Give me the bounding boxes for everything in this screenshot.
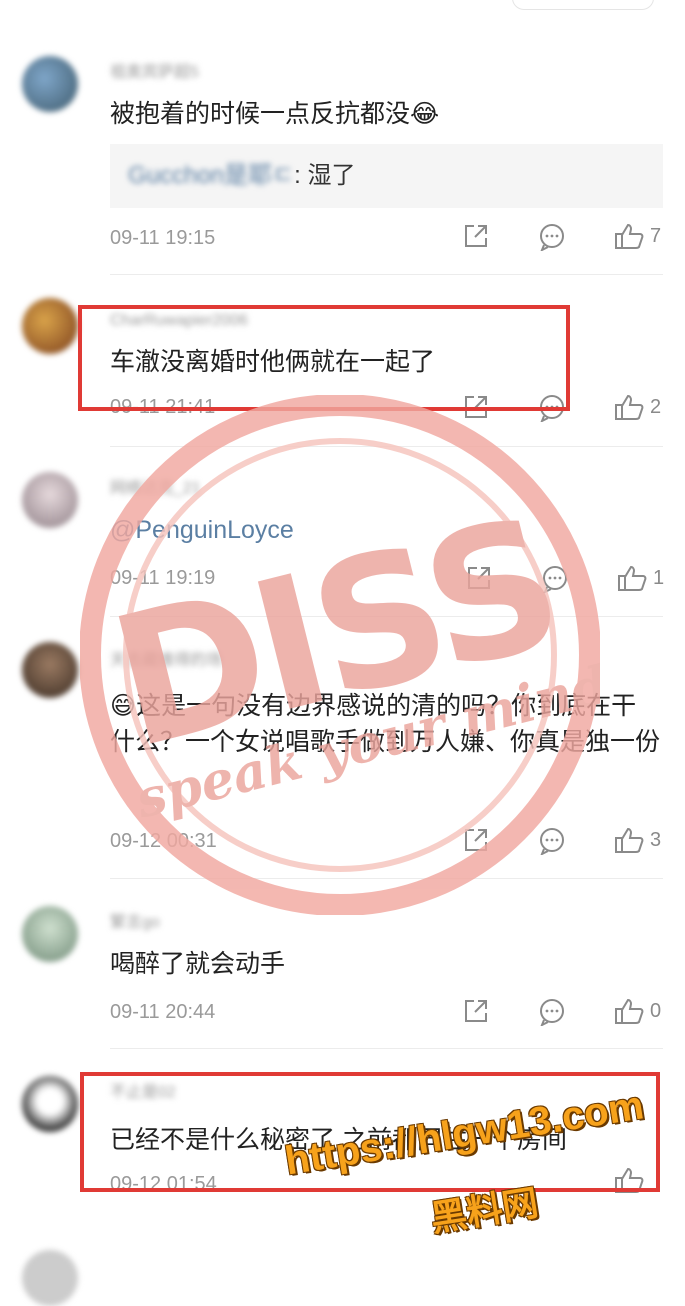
comment-text: 被抱着的时候一点反抗都没😂 [110,96,670,132]
like-count: 1 [653,567,665,589]
like-count: 7 [650,225,662,247]
comment-icon[interactable] [538,394,566,422]
comment-text: 车澈没离婚时他俩就在一起了 [110,348,436,376]
comment-timestamp: 09-11 19:19 [110,567,216,589]
divider [110,878,663,879]
avatar[interactable] [22,642,78,698]
comment-username[interactable]: CharRuwapier2006 [110,312,248,330]
comment-timestamp: 09-11 21:41 [110,396,216,418]
comment-timestamp: 09-11 19:15 [110,227,216,249]
laugh-cry-emoji-icon: 😂 [410,100,440,128]
comment-timestamp: 09-12 00:31 [110,830,217,852]
divider [110,446,663,447]
comment-icon[interactable] [538,827,566,855]
like-icon[interactable] [614,997,644,1025]
divider [110,274,663,275]
comment-text: 已经不是什么秘密了,之前都同住一个房间 [110,1126,567,1154]
share-icon[interactable] [463,394,489,422]
share-icon[interactable] [463,998,489,1026]
sweat-smile-emoji-icon: 😅 [110,692,137,720]
comment-username[interactable]: 网络达克_21 [110,480,201,498]
comment-username[interactable]: 祖奥宾萨超5 [110,64,199,82]
like-count: 3 [650,829,662,851]
divider [110,616,663,617]
like-icon[interactable] [614,393,644,421]
like-icon[interactable] [614,826,644,854]
share-icon[interactable] [463,223,489,251]
avatar[interactable] [22,1250,78,1306]
like-icon[interactable] [617,564,647,592]
avatar[interactable] [22,56,78,112]
comment-text-body: 被抱着的时候一点反抗都没 [110,100,411,128]
reply-text: : 湿了 [294,162,356,189]
comment-icon[interactable] [541,565,569,593]
reply-username[interactable]: Gucchon是耶ㄷ [128,162,294,189]
avatar[interactable] [22,298,78,354]
avatar[interactable] [22,906,78,962]
comment-timestamp: 09-11 20:44 [110,1001,216,1023]
avatar[interactable] [22,1076,78,1132]
comment-username[interactable]: 天去藏维得的场 [110,652,222,670]
reply-preview[interactable]: Gucchon是耶ㄷ: 湿了 [110,144,663,208]
comment-icon[interactable] [538,998,566,1026]
like-count: 2 [650,396,662,418]
avatar[interactable] [22,472,78,528]
comment-username[interactable]: 繁言go [110,914,160,932]
comment-text: 😅这是一句没有边界感说的清的吗？你到底在干什么？一个女说唱歌手做到万人嫌、你真是… [110,688,660,760]
comment-text-body: 这是一句没有边界感说的清的吗？你到底在干什么？一个女说唱歌手做到万人嫌、你真是独… [110,692,661,756]
comment-text: 喝醉了就会动手 [110,950,286,978]
comment-timestamp: 09-12 01:54 [110,1173,217,1195]
comment-username[interactable]: 不止是02 [110,1084,176,1102]
top-search-pill[interactable] [512,0,654,10]
divider [110,1048,663,1049]
share-icon[interactable] [466,565,492,593]
mention-link[interactable]: @PenguinLoyce [110,512,670,548]
comment-icon[interactable] [538,223,566,251]
site-watermark-name: 黑料网 [427,1181,541,1240]
share-icon[interactable] [463,827,489,855]
like-count: 0 [650,1000,662,1022]
like-icon[interactable] [614,1166,644,1194]
like-icon[interactable] [614,222,644,250]
